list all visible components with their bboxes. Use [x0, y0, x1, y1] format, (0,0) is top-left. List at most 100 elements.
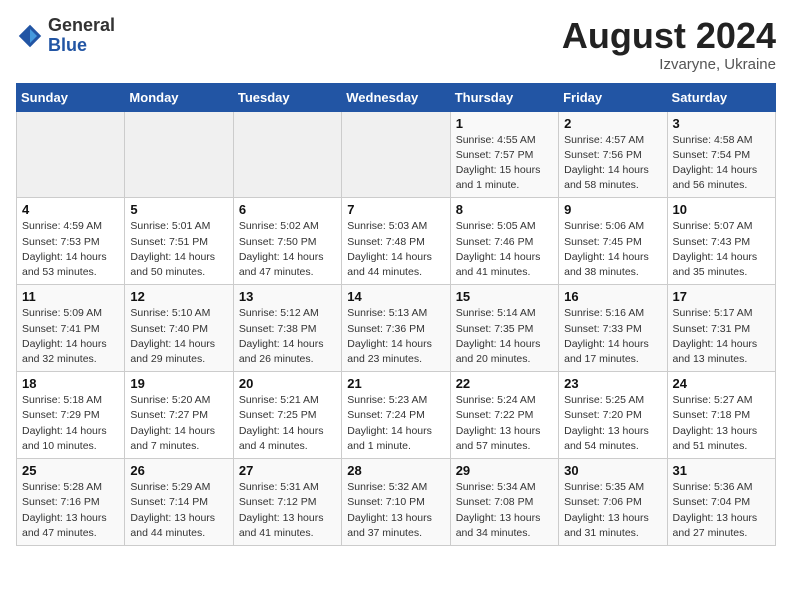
calendar-cell: 4 Sunrise: 4:59 AM Sunset: 7:53 PM Daylig… — [17, 198, 125, 285]
logo-text: General Blue — [48, 16, 115, 56]
calendar-cell: 31 Sunrise: 5:36 AM Sunset: 7:04 PM Dayli… — [667, 459, 775, 546]
day-info: Sunrise: 5:18 AM Sunset: 7:29 PM Dayligh… — [22, 393, 119, 454]
day-number: 4 — [22, 202, 119, 217]
day-number: 17 — [673, 289, 770, 304]
day-number: 10 — [673, 202, 770, 217]
calendar-cell: 3Sunrise: 4:58 AM Sunset: 7:54 PM Daylig… — [667, 111, 775, 198]
month-year: August 2024 — [562, 16, 776, 56]
calendar-cell: 19Sunrise: 5:20 AM Sunset: 7:27 PM Dayli… — [125, 372, 233, 459]
day-number: 16 — [564, 289, 661, 304]
day-number: 8 — [456, 202, 553, 217]
day-number: 29 — [456, 463, 553, 478]
calendar-cell: 17 Sunrise: 5:17 AM Sunset: 7:31 PM Dayli… — [667, 285, 775, 372]
day-header-thursday: Thursday — [450, 83, 558, 111]
day-header-monday: Monday — [125, 83, 233, 111]
day-header-friday: Friday — [559, 83, 667, 111]
day-info: Sunrise: 5:21 AM Sunset: 7:25 PM Dayligh… — [239, 393, 336, 454]
day-number: 26 — [130, 463, 227, 478]
calendar-header: SundayMondayTuesdayWednesdayThursdayFrid… — [17, 83, 776, 111]
calendar-cell: 26 Sunrise: 5:29 AM Sunset: 7:14 PM Dayli… — [125, 459, 233, 546]
day-info: Sunrise: 5:23 AM Sunset: 7:24 PM Dayligh… — [347, 393, 444, 454]
day-number: 2 — [564, 116, 661, 131]
day-number: 21 — [347, 376, 444, 391]
day-info: Sunrise: 5:27 AM Sunset: 7:18 PM Dayligh… — [673, 393, 770, 454]
calendar-cell: 21 Sunrise: 5:23 AM Sunset: 7:24 PM Dayli… — [342, 372, 450, 459]
day-number: 27 — [239, 463, 336, 478]
day-header-sunday: Sunday — [17, 83, 125, 111]
day-info: Sunrise: 5:01 AM Sunset: 7:51 PM Dayligh… — [130, 219, 227, 280]
calendar-cell: 23Sunrise: 5:25 AM Sunset: 7:20 PM Dayli… — [559, 372, 667, 459]
calendar-cell: 15 Sunrise: 5:14 AM Sunset: 7:35 PM Dayli… — [450, 285, 558, 372]
day-info: Sunrise: 5:29 AM Sunset: 7:14 PM Dayligh… — [130, 480, 227, 541]
day-number: 14 — [347, 289, 444, 304]
week-row-3: 11Sunrise: 5:09 AM Sunset: 7:41 PM Dayli… — [17, 285, 776, 372]
logo-icon — [16, 22, 44, 50]
day-info: Sunrise: 4:59 AM Sunset: 7:53 PM Dayligh… — [22, 219, 119, 280]
week-row-1: 1 Sunrise: 4:55 AM Sunset: 7:57 PM Daylig… — [17, 111, 776, 198]
calendar-cell — [233, 111, 341, 198]
header: General Blue August 2024 Izvaryne, Ukrai… — [16, 16, 776, 73]
calendar-cell: 18 Sunrise: 5:18 AM Sunset: 7:29 PM Dayli… — [17, 372, 125, 459]
day-number: 15 — [456, 289, 553, 304]
day-info: Sunrise: 5:32 AM Sunset: 7:10 PM Dayligh… — [347, 480, 444, 541]
day-info: Sunrise: 5:31 AM Sunset: 7:12 PM Dayligh… — [239, 480, 336, 541]
calendar-cell: 11Sunrise: 5:09 AM Sunset: 7:41 PM Dayli… — [17, 285, 125, 372]
day-number: 3 — [673, 116, 770, 131]
calendar-cell — [17, 111, 125, 198]
logo: General Blue — [16, 16, 115, 56]
logo-general: General — [48, 15, 115, 35]
day-info: Sunrise: 5:03 AM Sunset: 7:48 PM Dayligh… — [347, 219, 444, 280]
day-header-wednesday: Wednesday — [342, 83, 450, 111]
calendar-cell: 6 Sunrise: 5:02 AM Sunset: 7:50 PM Daylig… — [233, 198, 341, 285]
day-number: 25 — [22, 463, 119, 478]
day-info: Sunrise: 5:12 AM Sunset: 7:38 PM Dayligh… — [239, 306, 336, 367]
calendar-cell: 7 Sunrise: 5:03 AM Sunset: 7:48 PM Daylig… — [342, 198, 450, 285]
logo-blue: Blue — [48, 35, 87, 55]
calendar-cell: 2Sunrise: 4:57 AM Sunset: 7:56 PM Daylig… — [559, 111, 667, 198]
day-info: Sunrise: 4:55 AM Sunset: 7:57 PM Dayligh… — [456, 133, 553, 194]
calendar-cell: 9Sunrise: 5:06 AM Sunset: 7:45 PM Daylig… — [559, 198, 667, 285]
day-info: Sunrise: 5:10 AM Sunset: 7:40 PM Dayligh… — [130, 306, 227, 367]
day-number: 18 — [22, 376, 119, 391]
day-info: Sunrise: 5:09 AM Sunset: 7:41 PM Dayligh… — [22, 306, 119, 367]
calendar-cell: 22Sunrise: 5:24 AM Sunset: 7:22 PM Dayli… — [450, 372, 558, 459]
calendar-cell: 12 Sunrise: 5:10 AM Sunset: 7:40 PM Dayli… — [125, 285, 233, 372]
day-number: 1 — [456, 116, 553, 131]
day-info: Sunrise: 5:28 AM Sunset: 7:16 PM Dayligh… — [22, 480, 119, 541]
week-row-5: 25 Sunrise: 5:28 AM Sunset: 7:16 PM Dayli… — [17, 459, 776, 546]
calendar-cell: 20 Sunrise: 5:21 AM Sunset: 7:25 PM Dayli… — [233, 372, 341, 459]
day-number: 7 — [347, 202, 444, 217]
day-info: Sunrise: 5:34 AM Sunset: 7:08 PM Dayligh… — [456, 480, 553, 541]
title-area: August 2024 Izvaryne, Ukraine — [562, 16, 776, 73]
day-info: Sunrise: 5:36 AM Sunset: 7:04 PM Dayligh… — [673, 480, 770, 541]
day-info: Sunrise: 5:14 AM Sunset: 7:35 PM Dayligh… — [456, 306, 553, 367]
calendar-cell: 24 Sunrise: 5:27 AM Sunset: 7:18 PM Dayli… — [667, 372, 775, 459]
day-info: Sunrise: 5:20 AM Sunset: 7:27 PM Dayligh… — [130, 393, 227, 454]
day-info: Sunrise: 5:35 AM Sunset: 7:06 PM Dayligh… — [564, 480, 661, 541]
day-info: Sunrise: 5:02 AM Sunset: 7:50 PM Dayligh… — [239, 219, 336, 280]
day-info: Sunrise: 5:07 AM Sunset: 7:43 PM Dayligh… — [673, 219, 770, 280]
calendar-cell: 29 Sunrise: 5:34 AM Sunset: 7:08 PM Dayli… — [450, 459, 558, 546]
calendar-cell — [125, 111, 233, 198]
calendar-cell: 25 Sunrise: 5:28 AM Sunset: 7:16 PM Dayli… — [17, 459, 125, 546]
calendar-cell: 14 Sunrise: 5:13 AM Sunset: 7:36 PM Dayli… — [342, 285, 450, 372]
calendar-cell: 10 Sunrise: 5:07 AM Sunset: 7:43 PM Dayli… — [667, 198, 775, 285]
day-header-saturday: Saturday — [667, 83, 775, 111]
day-info: Sunrise: 5:17 AM Sunset: 7:31 PM Dayligh… — [673, 306, 770, 367]
day-info: Sunrise: 5:13 AM Sunset: 7:36 PM Dayligh… — [347, 306, 444, 367]
day-info: Sunrise: 5:24 AM Sunset: 7:22 PM Dayligh… — [456, 393, 553, 454]
day-number: 12 — [130, 289, 227, 304]
day-info: Sunrise: 5:05 AM Sunset: 7:46 PM Dayligh… — [456, 219, 553, 280]
day-number: 23 — [564, 376, 661, 391]
calendar-cell: 8 Sunrise: 5:05 AM Sunset: 7:46 PM Daylig… — [450, 198, 558, 285]
day-number: 31 — [673, 463, 770, 478]
week-row-2: 4 Sunrise: 4:59 AM Sunset: 7:53 PM Daylig… — [17, 198, 776, 285]
day-info: Sunrise: 5:16 AM Sunset: 7:33 PM Dayligh… — [564, 306, 661, 367]
calendar-cell: 27 Sunrise: 5:31 AM Sunset: 7:12 PM Dayli… — [233, 459, 341, 546]
day-number: 6 — [239, 202, 336, 217]
calendar-cell: 16 Sunrise: 5:16 AM Sunset: 7:33 PM Dayli… — [559, 285, 667, 372]
day-number: 5 — [130, 202, 227, 217]
day-number: 24 — [673, 376, 770, 391]
day-number: 20 — [239, 376, 336, 391]
calendar-cell: 5 Sunrise: 5:01 AM Sunset: 7:51 PM Daylig… — [125, 198, 233, 285]
